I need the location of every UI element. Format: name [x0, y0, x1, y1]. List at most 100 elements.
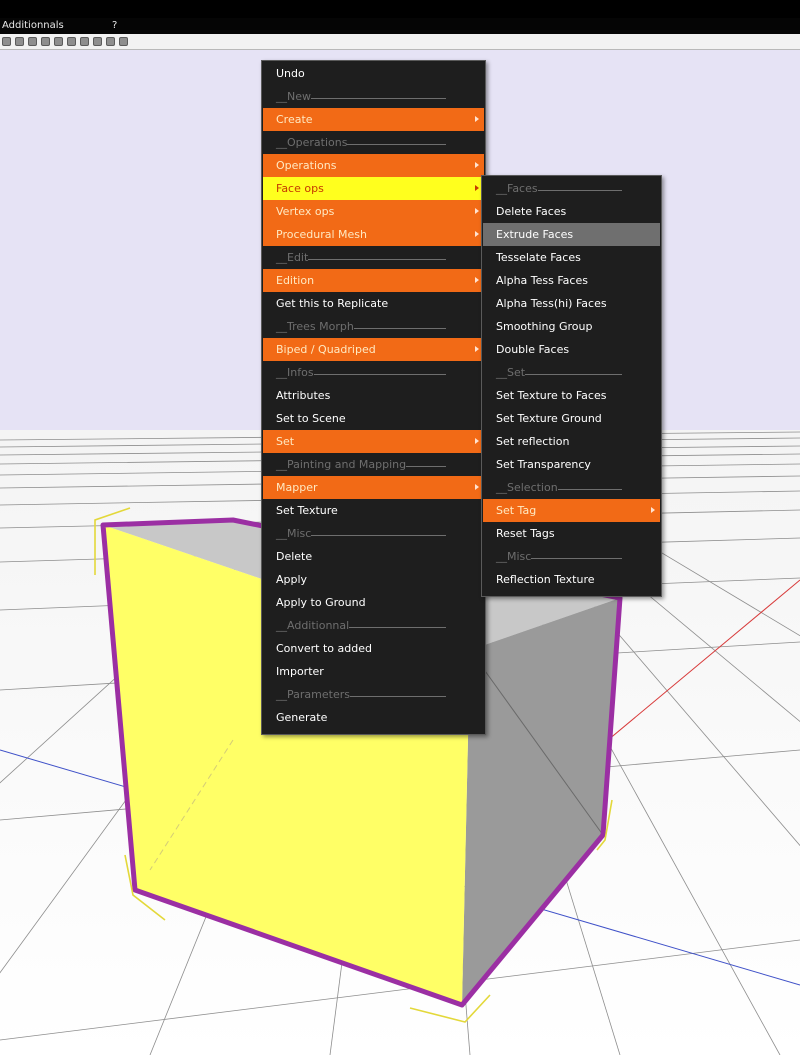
- separator-line: [347, 144, 446, 145]
- title-bar: [0, 0, 800, 18]
- menu-item-alpha-tess-faces[interactable]: Alpha Tess Faces: [483, 269, 660, 292]
- menu-separator-parameters: __Parameters: [263, 683, 484, 706]
- menu-item-attributes[interactable]: Attributes: [263, 384, 484, 407]
- menu-item-label: Set Texture to Faces: [496, 389, 607, 402]
- menu-item-extrude-faces[interactable]: Extrude Faces: [483, 223, 660, 246]
- menu-item-label: __Misc: [496, 550, 532, 563]
- menu-item-convert-to-added[interactable]: Convert to added: [263, 637, 484, 660]
- tool-icon-4[interactable]: [41, 37, 50, 46]
- menu-item-label: Set: [276, 435, 295, 448]
- separator-line: [538, 190, 622, 191]
- menu-item-label: __Parameters: [276, 688, 350, 701]
- separator-line: [531, 558, 622, 559]
- menu-item-apply[interactable]: Apply: [263, 568, 484, 591]
- menu-item-label: Reset Tags: [496, 527, 555, 540]
- menu-item-label: __Faces: [496, 182, 538, 195]
- menu-item-set-texture-to-faces[interactable]: Set Texture to Faces: [483, 384, 660, 407]
- tool-icon-9[interactable]: [106, 37, 115, 46]
- menu-item-create[interactable]: Create: [263, 108, 484, 131]
- menu-item-edition[interactable]: Edition: [263, 269, 484, 292]
- menu-item-procedural-mesh[interactable]: Procedural Mesh: [263, 223, 484, 246]
- separator-line: [311, 535, 446, 536]
- menu-item-set-texture[interactable]: Set Texture: [263, 499, 484, 522]
- menu-item-undo[interactable]: Undo: [263, 62, 484, 85]
- menu-item-label: Delete: [276, 550, 313, 563]
- tool-icon-7[interactable]: [80, 37, 89, 46]
- menu-item-label: Biped / Quadriped: [276, 343, 376, 356]
- menu-item-label: __Additionnal: [276, 619, 350, 632]
- menu-item-label: __Operations: [276, 136, 348, 149]
- tool-icon-5[interactable]: [54, 37, 63, 46]
- menu-item-get-this-to-replicate[interactable]: Get this to Replicate: [263, 292, 484, 315]
- menu-help[interactable]: ?: [112, 18, 117, 34]
- menu-item-delete-faces[interactable]: Delete Faces: [483, 200, 660, 223]
- menu-separator-misc: __Misc: [483, 545, 660, 568]
- tool-icon-10[interactable]: [119, 37, 128, 46]
- tool-icon-8[interactable]: [93, 37, 102, 46]
- menu-item-delete[interactable]: Delete: [263, 545, 484, 568]
- face-ops-submenu: __Faces Delete Faces Extrude Faces Tesselat…: [481, 175, 662, 597]
- menu-item-face-ops[interactable]: Face ops: [263, 177, 484, 200]
- menu-item-label: Double Faces: [496, 343, 570, 356]
- submenu-arrow-icon: [475, 438, 479, 444]
- menu-item-apply-to-ground[interactable]: Apply to Ground: [263, 591, 484, 614]
- separator-line: [558, 489, 622, 490]
- menu-item-label: Smoothing Group: [496, 320, 593, 333]
- menu-separator-set: __Set: [483, 361, 660, 384]
- menu-item-label: Set Transparency: [496, 458, 591, 471]
- menu-item-label: Reflection Texture: [496, 573, 595, 586]
- tool-icon-6[interactable]: [67, 37, 76, 46]
- menu-separator-painting-and-mapping: __Painting and Mapping: [263, 453, 484, 476]
- menu-item-set-tag[interactable]: Set Tag: [483, 499, 660, 522]
- menu-item-smoothing-group[interactable]: Smoothing Group: [483, 315, 660, 338]
- menu-item-label: Tesselate Faces: [496, 251, 581, 264]
- menu-item-set[interactable]: Set: [263, 430, 484, 453]
- menu-item-label: Set to Scene: [276, 412, 346, 425]
- menu-item-operations[interactable]: Operations: [263, 154, 484, 177]
- menu-item-importer[interactable]: Importer: [263, 660, 484, 683]
- menu-separator-edit: __Edit: [263, 246, 484, 269]
- submenu-arrow-icon: [475, 231, 479, 237]
- tool-icon-1[interactable]: [2, 37, 11, 46]
- menu-separator-selection: __Selection: [483, 476, 660, 499]
- menu-item-set-reflection[interactable]: Set reflection: [483, 430, 660, 453]
- menu-item-set-texture-ground[interactable]: Set Texture Ground: [483, 407, 660, 430]
- separator-line: [406, 466, 446, 467]
- menu-additionnals[interactable]: Additionnals: [2, 18, 64, 34]
- menu-item-label: Apply: [276, 573, 308, 586]
- context-menu: Undo __New Create __Operations Operations Fac…: [261, 60, 486, 735]
- menu-item-reflection-texture[interactable]: Reflection Texture: [483, 568, 660, 591]
- separator-line: [308, 259, 446, 260]
- menu-item-label: Alpha Tess Faces: [496, 274, 588, 287]
- tool-icon-3[interactable]: [28, 37, 37, 46]
- menu-item-label: Operations: [276, 159, 337, 172]
- menu-separator-faces: __Faces: [483, 177, 660, 200]
- menu-item-label: Create: [276, 113, 313, 126]
- menu-item-label: __New: [276, 90, 311, 103]
- menu-item-label: Importer: [276, 665, 324, 678]
- menu-item-label: __Edit: [276, 251, 309, 264]
- menu-item-vertex-ops[interactable]: Vertex ops: [263, 200, 484, 223]
- tool-icon-2[interactable]: [15, 37, 24, 46]
- separator-line: [314, 374, 446, 375]
- menu-item-double-faces[interactable]: Double Faces: [483, 338, 660, 361]
- menu-item-mapper[interactable]: Mapper: [263, 476, 484, 499]
- menu-item-label: Delete Faces: [496, 205, 567, 218]
- menu-item-label: __Selection: [496, 481, 558, 494]
- menu-item-set-transparency[interactable]: Set Transparency: [483, 453, 660, 476]
- menu-item-biped-quadriped[interactable]: Biped / Quadriped: [263, 338, 484, 361]
- menu-item-label: Edition: [276, 274, 315, 287]
- menu-item-set-to-scene[interactable]: Set to Scene: [263, 407, 484, 430]
- menu-item-reset-tags[interactable]: Reset Tags: [483, 522, 660, 545]
- menu-item-label: Set Texture Ground: [496, 412, 602, 425]
- menu-item-label: Procedural Mesh: [276, 228, 367, 241]
- separator-line: [349, 627, 446, 628]
- menu-item-label: __Painting and Mapping: [276, 458, 407, 471]
- separator-line: [350, 696, 446, 697]
- menu-item-generate[interactable]: Generate: [263, 706, 484, 729]
- menu-item-tesselate-faces[interactable]: Tesselate Faces: [483, 246, 660, 269]
- menu-item-label: Set reflection: [496, 435, 570, 448]
- submenu-arrow-icon: [475, 116, 479, 122]
- menu-bar: Additionnals ?: [0, 18, 800, 34]
- menu-item-alpha-tess-hi-faces[interactable]: Alpha Tess(hi) Faces: [483, 292, 660, 315]
